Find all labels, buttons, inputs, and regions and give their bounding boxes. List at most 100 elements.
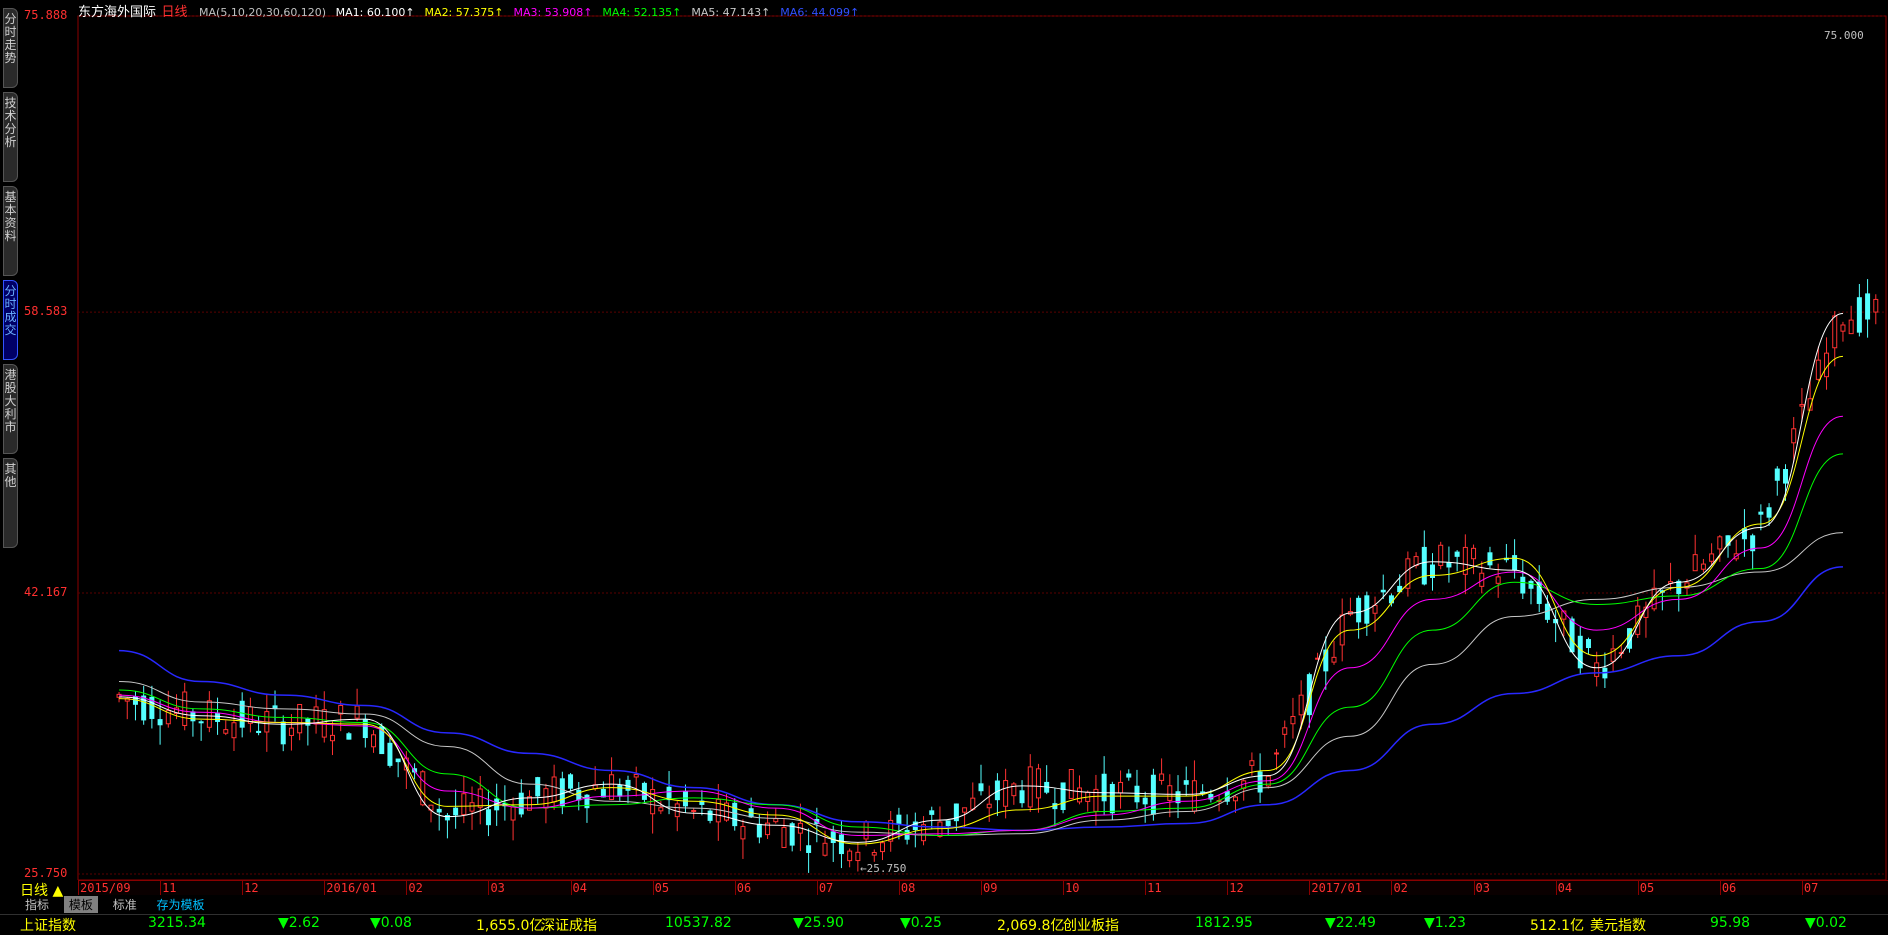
- price-tick-label: 25.750: [24, 866, 68, 880]
- time-tick-label: 07: [1803, 881, 1819, 895]
- candle-up: [1594, 662, 1600, 677]
- candle-up: [740, 826, 746, 840]
- candle-down: [1585, 639, 1591, 649]
- time-tick-label: 03: [1475, 881, 1490, 895]
- ticker-item[interactable]: 深证成指: [541, 915, 597, 935]
- candle-down: [1520, 576, 1526, 594]
- candle-up: [1635, 605, 1641, 635]
- time-tick-label: 03: [490, 881, 505, 895]
- candle-up: [1290, 715, 1296, 725]
- candle-up: [1717, 536, 1723, 550]
- ticker-item: 3215.34: [148, 915, 206, 931]
- tab-indicator[interactable]: 指标: [20, 896, 54, 913]
- candle-up: [879, 842, 885, 853]
- candle-up: [223, 729, 229, 734]
- period-indicator[interactable]: 日线 ▲: [20, 880, 63, 899]
- ticker-item: 1,655.0亿: [476, 918, 544, 934]
- candle-up: [288, 727, 294, 736]
- candle-down: [1356, 597, 1362, 623]
- candle-up: [1249, 760, 1255, 766]
- chart-header: 东方海外国际 日线 MA(5,10,20,30,60,120) MA1: 60.…: [78, 1, 871, 20]
- candle-down: [830, 831, 836, 844]
- time-tick: [1063, 881, 1065, 895]
- candle-down: [1856, 297, 1862, 333]
- candle-down: [1257, 771, 1263, 793]
- candle-down: [256, 730, 262, 734]
- ticker-item: ▼25.90: [793, 915, 844, 931]
- time-tick-label: 05: [1639, 881, 1655, 895]
- candle-down: [1101, 773, 1107, 802]
- candle-down: [929, 810, 935, 815]
- ma-params: MA(5,10,20,30,60,120): [199, 6, 327, 19]
- candle-up: [1298, 694, 1304, 716]
- ticker-item: 95.98: [1710, 915, 1751, 931]
- time-tick: [1227, 881, 1229, 895]
- ticker-item: ▼1.23: [1424, 915, 1466, 931]
- candle-down: [1865, 293, 1871, 320]
- candle-down: [838, 834, 844, 855]
- candle-down: [157, 719, 163, 726]
- ma-value-1: MA1: 60.100↑: [335, 6, 415, 19]
- candle-up: [1709, 553, 1715, 562]
- candle-down: [732, 802, 738, 827]
- chart-canvas[interactable]: 75.000 ←25.750: [0, 0, 1888, 881]
- candle-up: [1471, 547, 1477, 560]
- candle-down: [1774, 468, 1780, 481]
- candle-down: [485, 809, 491, 826]
- tab-template[interactable]: 模板: [63, 896, 98, 913]
- candle-up: [1840, 324, 1846, 332]
- candle-up: [1372, 604, 1378, 614]
- ticker-item[interactable]: 创业板指: [1063, 915, 1119, 935]
- candle-down: [1126, 773, 1132, 778]
- time-tick-label: 02: [1393, 881, 1408, 895]
- candle-down: [682, 790, 688, 807]
- tab-standard[interactable]: 标准: [108, 896, 142, 913]
- candle-down: [1134, 785, 1140, 803]
- candle-up: [231, 722, 237, 739]
- candle-up: [871, 852, 877, 856]
- candle-up: [1232, 796, 1238, 802]
- candle-up: [691, 809, 697, 812]
- candle-down: [1019, 790, 1025, 804]
- chart-frame: [77, 15, 1887, 881]
- candle-up: [986, 803, 992, 809]
- candle-up: [962, 807, 968, 813]
- candle-up: [206, 700, 212, 728]
- time-tick: [488, 881, 490, 895]
- time-tick: [981, 881, 982, 895]
- candle-down: [1528, 580, 1534, 589]
- time-tick: [1555, 881, 1557, 895]
- ticker-item: ▼0.08: [370, 915, 412, 931]
- index-ticker: 上证指数 3215.34 ▼2.62 ▼0.08 1,655.0亿 深证成指 10537.8…: [0, 914, 1888, 935]
- time-tick: [1309, 881, 1311, 895]
- candle-down: [453, 807, 459, 816]
- candle-down: [1569, 618, 1575, 653]
- time-tick: [1719, 881, 1721, 895]
- ticker-item: 1812.95: [1195, 915, 1253, 931]
- time-tick-label: 2016/01: [326, 881, 377, 895]
- candle-up: [1331, 656, 1337, 663]
- candle-up: [1791, 428, 1797, 444]
- ticker-item: ▼0.25: [900, 915, 942, 931]
- candle-down: [707, 810, 713, 821]
- ticker-item[interactable]: 美元指数: [1590, 915, 1646, 935]
- tab-save-template[interactable]: 存为模板: [152, 896, 210, 913]
- ticker-item: 512.1亿: [1530, 918, 1585, 934]
- candle-down: [1421, 546, 1427, 585]
- time-tick: [1145, 881, 1147, 895]
- time-tick: [160, 881, 162, 895]
- time-tick-label: 09: [983, 881, 998, 895]
- candle-down: [395, 758, 401, 763]
- kline-chart[interactable]: 75.000 ←25.750: [0, 0, 1888, 881]
- candle-down: [1142, 797, 1148, 805]
- time-tick-label: 04: [1557, 881, 1573, 895]
- time-tick-label: 05: [654, 881, 670, 895]
- candle-down: [1060, 782, 1066, 811]
- time-tick: [1473, 881, 1475, 895]
- candle-down: [756, 823, 762, 838]
- time-tick-label: 10: [1065, 881, 1080, 895]
- ticker-item[interactable]: 上证指数: [20, 915, 76, 935]
- candle-down: [617, 785, 623, 797]
- time-tick: [406, 881, 408, 895]
- candle-up: [1003, 780, 1009, 807]
